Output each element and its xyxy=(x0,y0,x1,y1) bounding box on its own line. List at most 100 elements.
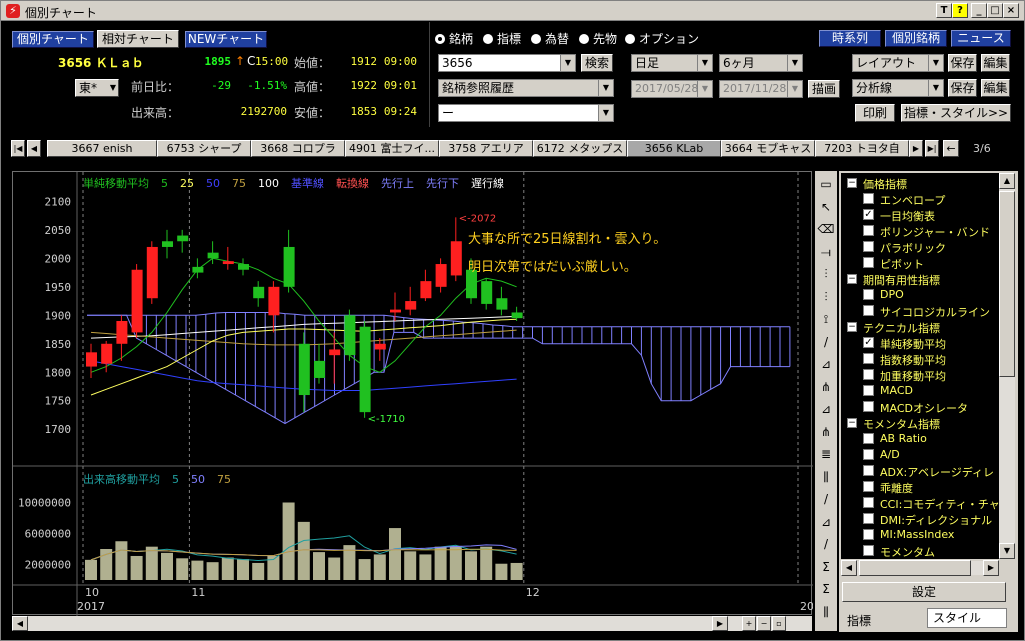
checkbox[interactable] xyxy=(863,449,874,460)
checkbox[interactable] xyxy=(863,193,874,204)
annotation-line-1[interactable]: 大事な所で25日線割れ・雲入り。 xyxy=(468,228,666,247)
checkbox[interactable] xyxy=(863,369,874,380)
checkbox[interactable] xyxy=(863,497,874,508)
symbol-input[interactable]: 3656 ▼ xyxy=(438,54,576,72)
settings-button[interactable]: 設定 xyxy=(842,582,1006,602)
analysis-select[interactable]: 分析線 ▼ xyxy=(852,79,944,97)
drawing-tool-icon[interactable]: ⫼ xyxy=(816,468,836,487)
checkbox[interactable] xyxy=(863,385,874,396)
drawing-tool-icon[interactable]: / xyxy=(816,535,836,554)
checkbox[interactable] xyxy=(863,481,874,492)
save-layout-button[interactable]: 保存 xyxy=(948,54,977,72)
stock-tab[interactable]: 6753 シャープ xyxy=(157,140,251,157)
print-button[interactable]: 印刷 xyxy=(855,104,895,122)
prev-tab-icon[interactable]: ◀ xyxy=(27,140,41,157)
drawing-tool-icon[interactable]: ⋔ xyxy=(816,423,836,442)
stock-tab-active[interactable]: 3656 KLab xyxy=(627,140,721,157)
chevron-down-icon[interactable]: ▼ xyxy=(697,55,712,71)
radio-options[interactable]: オプション xyxy=(625,30,699,47)
scroll-thumb[interactable] xyxy=(999,191,1015,377)
scroll-right-icon[interactable]: ▶ xyxy=(983,560,999,576)
scroll-up-icon[interactable]: ▲ xyxy=(999,173,1015,189)
chevron-down-icon[interactable]: ▼ xyxy=(787,55,802,71)
tab-individual-chart[interactable]: 個別チャート xyxy=(12,31,94,48)
checkbox[interactable] xyxy=(863,513,874,524)
drawing-tool-icon[interactable]: ⫶ xyxy=(816,288,836,307)
stock-tab[interactable]: 3758 アエリア xyxy=(439,140,533,157)
checkbox[interactable] xyxy=(863,353,874,364)
next-tab-icon[interactable]: ▶ xyxy=(909,140,923,157)
drawing-tool-icon[interactable]: ⟞ xyxy=(816,243,836,262)
stock-tab[interactable]: 3667 enish xyxy=(47,140,157,157)
drawing-tool-icon[interactable]: ⫶ xyxy=(816,265,836,284)
radio-index[interactable]: 指標 xyxy=(483,30,521,47)
period-select[interactable]: 日足 ▼ xyxy=(631,54,713,72)
drawing-tool-icon[interactable]: ▭ xyxy=(816,175,836,194)
scroll-left-icon[interactable]: ◀ xyxy=(841,560,857,576)
range-select[interactable]: 6ヶ月 ▼ xyxy=(719,54,803,72)
checkbox-checked[interactable]: ✓ xyxy=(863,209,874,220)
drawing-tool-icon[interactable]: ⫼ xyxy=(816,603,836,622)
chevron-down-icon[interactable]: ▼ xyxy=(560,55,575,71)
first-tab-icon[interactable]: |◀ xyxy=(11,140,25,157)
checkbox[interactable] xyxy=(863,545,874,556)
edit-analysis-button[interactable]: 編集 xyxy=(981,79,1010,97)
drawing-tool-icon[interactable]: Σ xyxy=(816,580,836,599)
tab-relative-chart[interactable]: 相対チャート xyxy=(97,30,179,48)
chart-hscrollbar[interactable]: ◀ ▶ + − ▫ xyxy=(12,616,812,631)
last-tab-icon[interactable]: ▶| xyxy=(925,140,939,157)
back-arrow-icon[interactable]: ← xyxy=(943,140,959,157)
collapse-icon[interactable]: − xyxy=(847,322,857,332)
layout-select[interactable]: レイアウト ▼ xyxy=(852,54,944,72)
fit-icon[interactable]: ▫ xyxy=(772,616,786,631)
checkbox[interactable] xyxy=(863,257,874,268)
time-series-button[interactable]: 時系列 xyxy=(819,30,881,47)
drawing-tool-icon[interactable]: / xyxy=(816,490,836,509)
topmost-button[interactable]: T xyxy=(936,3,952,18)
tab-new-chart[interactable]: NEWチャート xyxy=(185,31,267,48)
stock-info-button[interactable]: 個別銘柄 xyxy=(885,30,947,47)
help-button[interactable]: ? xyxy=(952,3,968,18)
checkbox[interactable] xyxy=(863,305,874,316)
tree-vscrollbar[interactable]: ▲ ▼ xyxy=(999,173,1015,559)
drawing-tool-icon[interactable]: Σ xyxy=(816,558,836,577)
indicator-style-button[interactable]: 指標・スタイル>> xyxy=(901,104,1011,122)
radio-futures[interactable]: 先物 xyxy=(579,30,617,47)
save-analysis-button[interactable]: 保存 xyxy=(948,79,977,97)
drawing-tool-icon[interactable]: ⟟ xyxy=(816,310,836,329)
market-select[interactable]: 東* ▼ xyxy=(75,79,119,97)
tab-style[interactable]: スタイル xyxy=(927,608,1007,628)
scroll-left-icon[interactable]: ◀ xyxy=(12,616,28,631)
radio-stock[interactable]: 銘柄 xyxy=(435,30,473,47)
drawing-tool-icon[interactable]: ↖ xyxy=(816,198,836,217)
checkbox[interactable] xyxy=(863,401,874,412)
stock-tab[interactable]: 3668 コロプラ xyxy=(251,140,345,157)
drawing-tool-icon[interactable]: ⊿ xyxy=(816,400,836,419)
chevron-down-icon[interactable]: ▼ xyxy=(598,80,613,96)
minimize-button[interactable]: _ xyxy=(971,3,987,18)
drawing-tool-icon[interactable]: ≣ xyxy=(816,445,836,464)
checkbox[interactable] xyxy=(863,529,874,540)
checkbox[interactable] xyxy=(863,465,874,476)
checkbox[interactable] xyxy=(863,225,874,236)
chevron-down-icon[interactable]: ▼ xyxy=(697,81,712,97)
chevron-down-icon[interactable]: ▼ xyxy=(928,80,943,96)
drawing-tool-icon[interactable]: ⊿ xyxy=(816,513,836,532)
checkbox[interactable] xyxy=(863,433,874,444)
draw-button[interactable]: 描画 xyxy=(808,80,840,98)
close-button[interactable]: × xyxy=(1003,3,1019,18)
stock-tab[interactable]: 4901 富士フイ... xyxy=(345,140,439,157)
search-button[interactable]: 検索 xyxy=(581,54,613,72)
scroll-right-icon[interactable]: ▶ xyxy=(712,616,728,631)
drawing-tool-icon[interactable]: ⊿ xyxy=(816,355,836,374)
collapse-icon[interactable]: − xyxy=(847,274,857,284)
drawing-tool-icon[interactable]: / xyxy=(816,333,836,352)
chevron-down-icon[interactable]: ▼ xyxy=(598,105,613,121)
history-select[interactable]: 銘柄参照履歴 ▼ xyxy=(438,79,614,97)
chart-canvas[interactable]: 2100205020001950190018501800175017001000… xyxy=(13,172,813,616)
news-button[interactable]: ニュース xyxy=(951,30,1011,47)
checkbox-checked[interactable]: ✓ xyxy=(863,337,874,348)
empty-select[interactable]: ー ▼ xyxy=(438,104,614,122)
edit-layout-button[interactable]: 編集 xyxy=(981,54,1010,72)
chart-area[interactable]: 2100 2050 2000 1950 1900 1850 1800 1750 1700 1000… xyxy=(12,171,813,616)
